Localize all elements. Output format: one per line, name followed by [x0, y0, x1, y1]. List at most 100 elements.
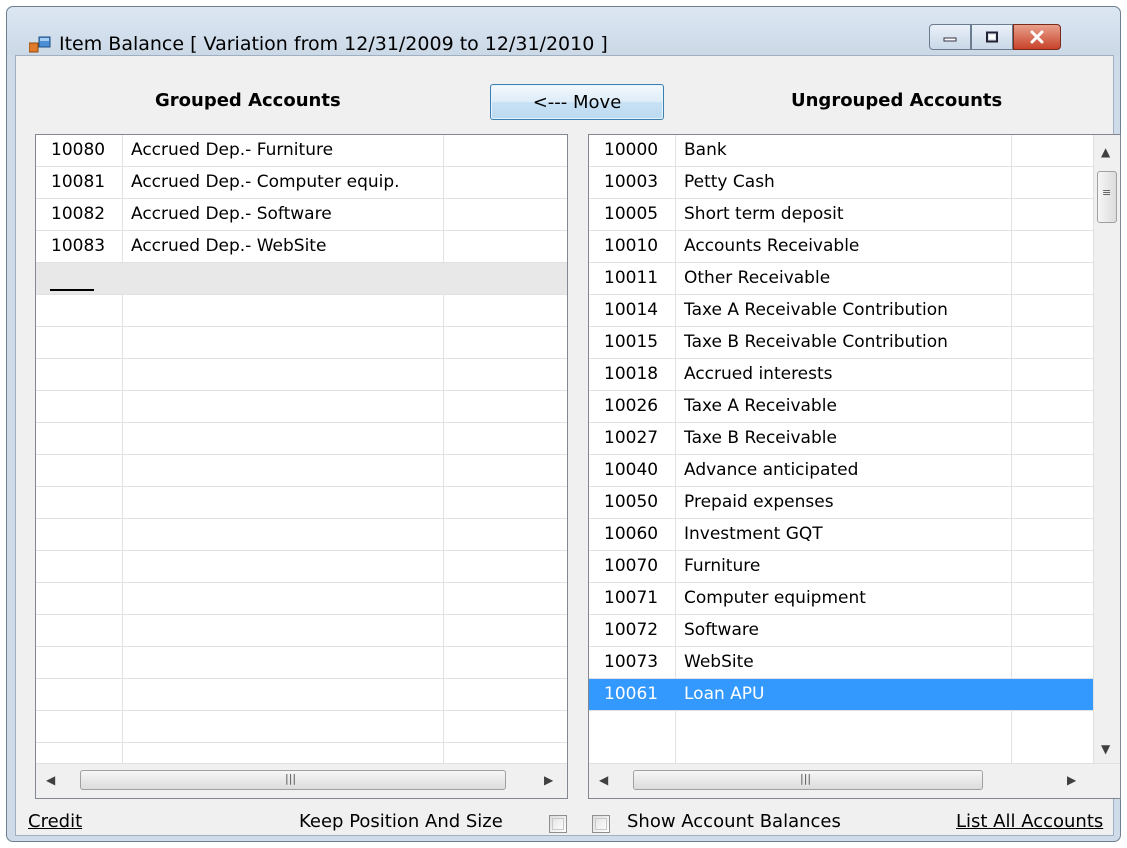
table-row[interactable]: 10072 Software: [589, 615, 1094, 647]
account-name-cell: WebSite: [684, 652, 754, 672]
account-name-cell: Accounts Receivable: [684, 236, 860, 256]
empty-row: [36, 615, 567, 647]
empty-row: [36, 423, 567, 455]
scroll-right-icon[interactable]: ▶: [1067, 773, 1076, 787]
account-code-cell: 10000: [604, 140, 659, 160]
table-row[interactable]: 10014 Taxe A Receivable Contribution: [589, 295, 1094, 327]
account-name-cell: Accrued interests: [684, 364, 833, 384]
keep-position-checkbox[interactable]: [549, 815, 567, 833]
table-row[interactable]: 10083 Accrued Dep.- WebSite: [36, 231, 567, 263]
list-all-accounts-link[interactable]: List All Accounts: [956, 811, 1103, 832]
account-code-cell: 10083: [51, 236, 106, 256]
account-code-cell: 10072: [604, 620, 659, 640]
table-row[interactable]: 10026 Taxe A Receivable: [589, 391, 1094, 423]
account-name-cell: Petty Cash: [684, 172, 775, 192]
restore-button[interactable]: [971, 24, 1013, 50]
table-row[interactable]: 10050 Prepaid expenses: [589, 487, 1094, 519]
title-bar[interactable]: Item Balance [ Variation from 12/31/2009…: [7, 7, 1120, 55]
table-row[interactable]: 10027 Taxe B Receivable: [589, 423, 1094, 455]
credit-link[interactable]: Credit: [28, 811, 82, 832]
item-balance-window: Item Balance [ Variation from 12/31/2009…: [6, 6, 1121, 842]
table-row[interactable]: 10070 Furniture: [589, 551, 1094, 583]
table-row[interactable]: 10071 Computer equipment: [589, 583, 1094, 615]
scroll-left-icon[interactable]: ◀: [599, 773, 608, 787]
account-code-cell: 10026: [604, 396, 659, 416]
empty-row: [36, 455, 567, 487]
account-name-cell: Taxe B Receivable: [684, 428, 837, 448]
keep-position-label: Keep Position And Size: [299, 811, 503, 832]
grip-icon: |||: [800, 772, 812, 785]
grip-icon: |||: [285, 772, 297, 785]
scrollbar-thumb[interactable]: ≡: [1097, 171, 1117, 223]
minimize-icon: [943, 37, 957, 42]
account-name-cell: Investment GQT: [684, 524, 823, 544]
table-row[interactable]: 10081 Accrued Dep.- Computer equip.: [36, 167, 567, 199]
close-icon: [1030, 30, 1044, 44]
table-row[interactable]: 10040 Advance anticipated: [589, 455, 1094, 487]
account-code-cell: 10011: [604, 268, 659, 288]
account-name-cell: Furniture: [684, 556, 761, 576]
empty-row: [36, 551, 567, 583]
account-code-cell: 10082: [51, 204, 106, 224]
account-code-cell: 10071: [604, 588, 659, 608]
restore-icon: [986, 31, 998, 43]
client-area: Grouped Accounts <--- Move Ungrouped Acc…: [15, 55, 1121, 836]
account-name-cell: Accrued Dep.- Computer equip.: [131, 172, 400, 192]
grouped-accounts-grid[interactable]: 10080 Accrued Dep.- Furniture 10081 Accrued…: [35, 134, 568, 799]
show-balances-checkbox[interactable]: [592, 815, 610, 833]
table-row[interactable]: 10073 WebSite: [589, 647, 1094, 679]
ungrouped-accounts-title: Ungrouped Accounts: [791, 90, 1003, 111]
account-name-cell: Prepaid expenses: [684, 492, 834, 512]
table-row[interactable]: 10080 Accrued Dep.- Furniture: [36, 135, 567, 167]
table-row[interactable]: 10018 Accrued interests: [589, 359, 1094, 391]
grouped-horizontal-scrollbar[interactable]: ◀ ||| ▶: [36, 763, 567, 798]
table-row[interactable]: 10010 Accounts Receivable: [589, 231, 1094, 263]
scroll-down-icon[interactable]: ▼: [1101, 742, 1110, 756]
ungrouped-vertical-scrollbar[interactable]: ▲ ≡ ▼: [1093, 135, 1120, 764]
new-row[interactable]: [36, 263, 567, 295]
show-balances-label: Show Account Balances: [627, 811, 841, 832]
empty-row: [36, 295, 567, 327]
minimize-button[interactable]: [929, 24, 971, 50]
account-code-cell: 10005: [604, 204, 659, 224]
empty-row: [36, 711, 567, 743]
account-code-cell: 10080: [51, 140, 106, 160]
scrollbar-thumb[interactable]: |||: [633, 770, 983, 790]
table-row[interactable]: 10082 Accrued Dep.- Software: [36, 199, 567, 231]
table-row[interactable]: 10005 Short term deposit: [589, 199, 1094, 231]
account-code-cell: 10014: [604, 300, 659, 320]
account-code-cell: 10018: [604, 364, 659, 384]
account-name-cell: Accrued Dep.- WebSite: [131, 236, 327, 256]
account-name-cell: Other Receivable: [684, 268, 831, 288]
table-row[interactable]: 10061 Loan APU: [589, 679, 1094, 711]
account-code-cell: 10070: [604, 556, 659, 576]
scroll-left-icon[interactable]: ◀: [46, 773, 55, 787]
scrollbar-thumb[interactable]: |||: [80, 770, 506, 790]
empty-row: [36, 487, 567, 519]
account-code-cell: 10073: [604, 652, 659, 672]
account-name-cell: Software: [684, 620, 759, 640]
empty-row: [36, 583, 567, 615]
account-code-cell: 10015: [604, 332, 659, 352]
empty-row: [36, 679, 567, 711]
table-row[interactable]: 10015 Taxe B Receivable Contribution: [589, 327, 1094, 359]
table-row[interactable]: 10003 Petty Cash: [589, 167, 1094, 199]
account-code-cell: 10060: [604, 524, 659, 544]
close-button[interactable]: [1013, 24, 1061, 50]
account-code-cell: 10061: [604, 684, 659, 704]
app-icon: [29, 36, 51, 53]
ungrouped-horizontal-scrollbar[interactable]: ◀ ||| ▶: [589, 763, 1120, 798]
table-row[interactable]: 10060 Investment GQT: [589, 519, 1094, 551]
account-name-cell: Taxe A Receivable Contribution: [684, 300, 948, 320]
move-button[interactable]: <--- Move: [490, 84, 664, 120]
ungrouped-accounts-grid[interactable]: 10000 Bank 10003 Petty Cash 10005 Short term …: [588, 134, 1121, 799]
empty-row: [36, 647, 567, 679]
account-name-cell: Taxe B Receivable Contribution: [684, 332, 948, 352]
account-code-cell: 10081: [51, 172, 106, 192]
scroll-up-icon[interactable]: ▲: [1101, 145, 1110, 159]
scroll-right-icon[interactable]: ▶: [544, 773, 553, 787]
table-row[interactable]: 10011 Other Receivable: [589, 263, 1094, 295]
table-row[interactable]: 10000 Bank: [589, 135, 1094, 167]
grip-icon: ≡: [1102, 186, 1112, 199]
account-code-cell: 10040: [604, 460, 659, 480]
